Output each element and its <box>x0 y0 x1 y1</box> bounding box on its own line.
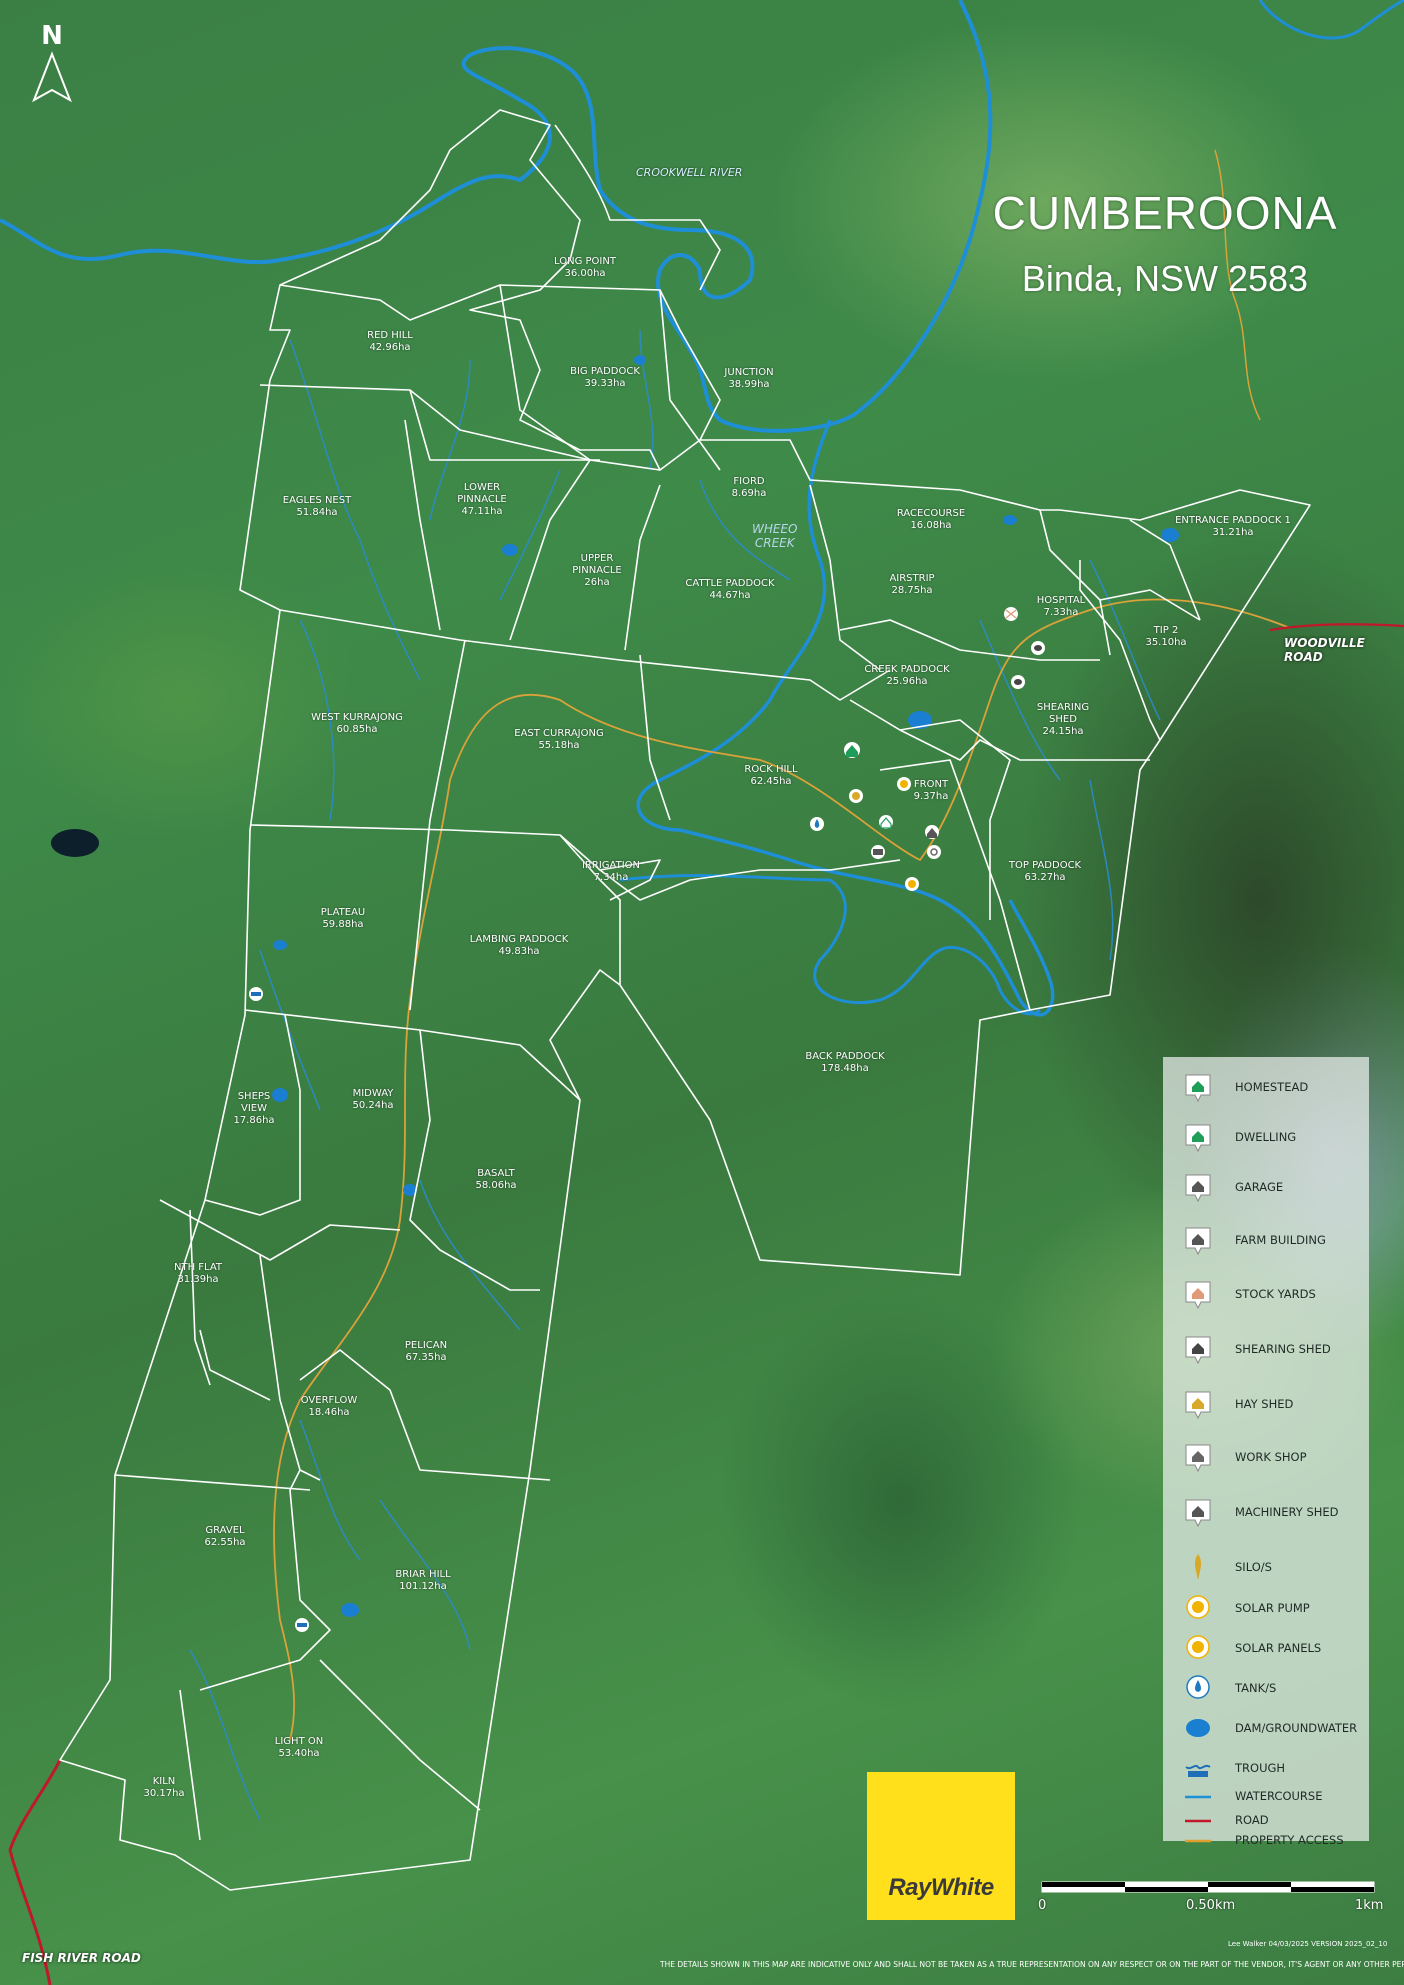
machinery-shed-icon <box>1185 1499 1211 1527</box>
garage-icon[interactable] <box>871 845 885 859</box>
legend-item: HAY SHED <box>1163 1389 1369 1419</box>
farm-building-icon[interactable] <box>925 825 939 839</box>
legend-item: DWELLING <box>1163 1122 1369 1152</box>
map-credit: Lee Walker 04/03/2025 VERSION 2025_02_10 <box>1228 1940 1388 1948</box>
solar-panels-icon[interactable] <box>905 877 919 891</box>
legend-item: GARAGE <box>1163 1172 1369 1202</box>
legend-item: SILO/S <box>1163 1552 1369 1582</box>
map-disclaimer: THE DETAILS SHOWN IN THIS MAP ARE INDICA… <box>660 1960 1404 1969</box>
legend-item: STOCK YARDS <box>1163 1279 1369 1309</box>
trough-icon[interactable] <box>295 1618 309 1632</box>
legend-label: SOLAR PANELS <box>1235 1641 1322 1655</box>
dwelling-icon <box>1185 1124 1211 1152</box>
aerial-map[interactable]: CROOKWELL RIVER WHEEO CREEK WOODVILLE RO… <box>0 0 1404 1985</box>
stock-yards-icon <box>1185 1281 1211 1309</box>
silo-icon <box>1195 1554 1201 1580</box>
work-shop-icon[interactable] <box>927 845 941 859</box>
solar-pump-icon[interactable] <box>897 777 911 791</box>
legend-item: PROPERTY ACCESS <box>1163 1825 1369 1855</box>
north-label: N <box>41 21 63 51</box>
trough-icon <box>1185 1764 1211 1777</box>
farm-building-icon <box>1185 1227 1211 1255</box>
legend-label: SOLAR PUMP <box>1235 1601 1310 1615</box>
legend-item: TANK/S <box>1163 1673 1369 1703</box>
garage-icon <box>1185 1174 1211 1202</box>
legend-label: TANK/S <box>1235 1681 1277 1695</box>
legend-item: SHEARING SHED <box>1163 1334 1369 1364</box>
dam-icon <box>1186 1719 1210 1737</box>
north-arrow-icon <box>32 51 72 103</box>
shearing-shed-icon <box>1185 1336 1211 1364</box>
dwelling-icon[interactable] <box>879 815 893 829</box>
legend-label: PROPERTY ACCESS <box>1235 1833 1344 1847</box>
property-location: Binda, NSW 2583 <box>1021 258 1309 299</box>
agency-name: RayWhite <box>888 1874 994 1901</box>
trough-icon[interactable] <box>249 987 263 1001</box>
solar-panels-icon <box>1186 1635 1210 1659</box>
legend-label: SILO/S <box>1235 1560 1272 1574</box>
legend-label: MACHINERY SHED <box>1235 1505 1339 1519</box>
legend-item: DAM/GROUNDWATER <box>1163 1713 1369 1743</box>
solar-pump-icon <box>1186 1595 1210 1619</box>
hay-shed-icon[interactable] <box>849 789 863 803</box>
ray-white-logo[interactable]: RayWhite <box>867 1772 1015 1920</box>
legend-item: WORK SHOP <box>1163 1442 1369 1472</box>
legend-item: SOLAR PANELS <box>1163 1633 1369 1663</box>
legend-label: FARM BUILDING <box>1235 1233 1326 1247</box>
work-shop-icon <box>1185 1444 1211 1472</box>
scale-bar <box>1041 1881 1375 1893</box>
legend-label: TROUGH <box>1235 1761 1286 1775</box>
shearing-shed-icon[interactable] <box>1031 641 1045 655</box>
legend-label: STOCK YARDS <box>1235 1287 1316 1301</box>
property-title: CUMBEROONA <box>992 187 1338 239</box>
map-legend: HOMESTEAD DWELLING GARAGE FARM BUILDING STOC… <box>1163 1057 1369 1847</box>
legend-label: SHEARING SHED <box>1235 1342 1331 1356</box>
homestead-icon[interactable] <box>844 742 860 758</box>
legend-label: DAM/GROUNDWATER <box>1235 1721 1358 1735</box>
legend-item: MACHINERY SHED <box>1163 1497 1369 1527</box>
stock-yards-icon[interactable] <box>1004 607 1018 621</box>
legend-label: WORK SHOP <box>1235 1450 1307 1464</box>
legend-item: HOMESTEAD <box>1163 1072 1369 1102</box>
legend-label: GARAGE <box>1235 1180 1284 1194</box>
scale-label-zero: 0 <box>1038 1898 1047 1913</box>
tank-icon[interactable] <box>810 817 824 831</box>
legend-label: DWELLING <box>1235 1130 1297 1144</box>
scale-label-max: 1km <box>1355 1898 1384 1913</box>
legend-item: FARM BUILDING <box>1163 1225 1369 1255</box>
legend-label: HOMESTEAD <box>1235 1080 1309 1094</box>
tank-icon <box>1186 1675 1210 1699</box>
legend-item: SOLAR PUMP <box>1163 1593 1369 1623</box>
legend-label: WATERCOURSE <box>1235 1789 1323 1803</box>
scale-label-mid: 0.50km <box>1186 1898 1236 1913</box>
shearing-shed-icon[interactable] <box>1011 675 1025 689</box>
north-arrow: N <box>28 22 76 112</box>
homestead-icon <box>1185 1074 1211 1102</box>
property-access-line <box>1185 1839 1211 1843</box>
legend-item: TROUGH <box>1163 1753 1369 1783</box>
legend-label: HAY SHED <box>1235 1397 1294 1411</box>
hay-shed-icon <box>1185 1391 1211 1419</box>
